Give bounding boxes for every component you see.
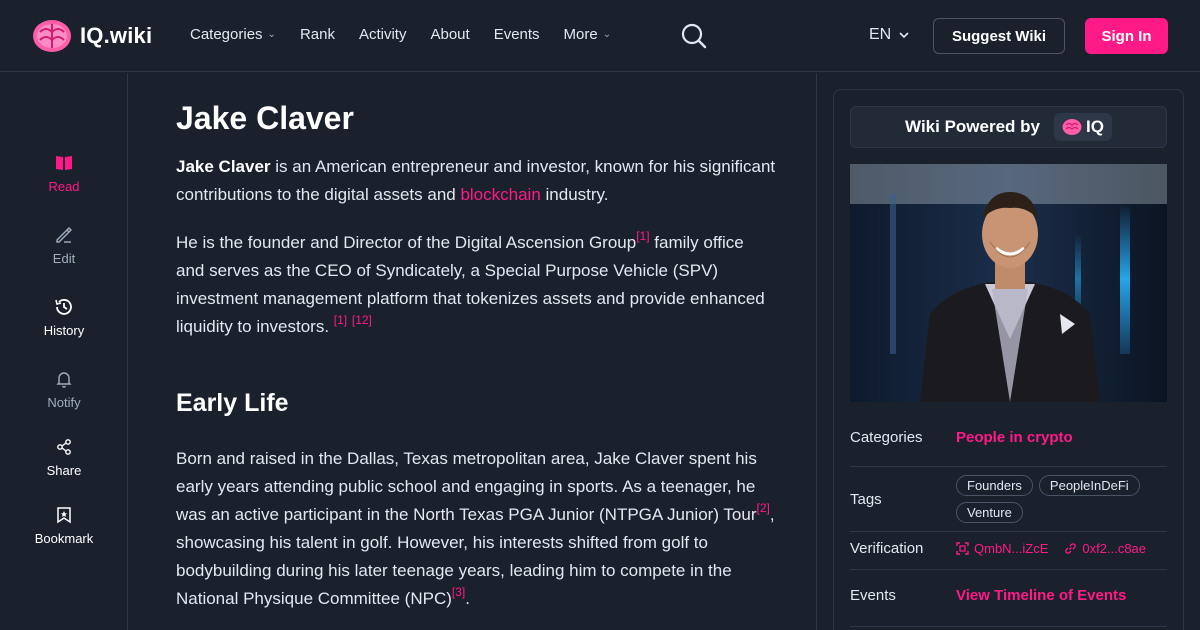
brain-logo-icon: [1062, 119, 1082, 135]
language-selector[interactable]: EN: [869, 26, 909, 44]
early-life-paragraph: Born and raised in the Dallas, Texas met…: [176, 445, 776, 613]
category-link[interactable]: People in crypto: [956, 429, 1073, 446]
events-row: Events View Timeline of Events: [850, 587, 1167, 604]
nav-activity[interactable]: Activity: [359, 26, 407, 43]
page-title: Jake Claver: [176, 100, 354, 136]
citation-link[interactable]: [2]: [756, 501, 769, 515]
verification-label: Verification: [850, 540, 924, 557]
bell-icon: [56, 372, 72, 388]
ipfs-link[interactable]: QmbN...iZcE: [956, 541, 1048, 556]
nav-categories[interactable]: Categories ⌄: [190, 26, 276, 43]
intro-name: Jake Claver: [176, 157, 271, 176]
chevron-down-icon: [899, 32, 909, 39]
language-label: EN: [869, 26, 892, 43]
nav-activity-label: Activity: [358, 26, 407, 43]
bookmark-icon: [57, 507, 71, 524]
wiki-info-panel: Wiki Powered by IQ Categories People in …: [833, 89, 1184, 630]
tag-chip[interactable]: PeopleInDeFi: [1038, 475, 1140, 496]
blockchain-link[interactable]: blockchain: [460, 185, 540, 204]
founder-text: He is the founder and Director of the Di…: [176, 233, 637, 252]
search-icon[interactable]: [680, 22, 708, 50]
citation-link[interactable]: [1]: [636, 229, 649, 243]
section-heading-early-life: Early Life: [176, 389, 289, 417]
rail-history[interactable]: History: [0, 297, 128, 338]
rail-edit[interactable]: Edit: [0, 225, 128, 266]
rail-share[interactable]: Share: [0, 437, 128, 478]
history-icon: [55, 299, 72, 315]
rail-bookmark-label: Bookmark: [34, 531, 94, 546]
powered-by-banner[interactable]: Wiki Powered by IQ: [850, 106, 1167, 148]
nav-rank[interactable]: Rank: [300, 26, 335, 43]
chevron-down-icon: ⌄: [602, 29, 612, 40]
suggest-wiki-button[interactable]: Suggest Wiki: [933, 18, 1065, 54]
categories-label: Categories: [850, 429, 923, 446]
brand-logo[interactable]: IQ.wiki: [32, 18, 152, 54]
iq-badge: IQ: [1053, 113, 1112, 141]
events-label: Events: [850, 587, 896, 604]
link-icon: [1065, 543, 1077, 554]
view-timeline-link[interactable]: View Timeline of Events: [956, 587, 1126, 604]
brain-logo-icon: [33, 20, 71, 52]
citation-link[interactable]: [12]: [352, 313, 372, 327]
profile-photo: [850, 164, 1167, 402]
rail-notify-label: Notify: [47, 395, 81, 410]
early-life-text: Born and raised in the Dallas, Texas met…: [176, 449, 757, 524]
tags-row: Tags Founders PeopleInDeFi Venture: [850, 475, 1167, 523]
chevron-down-icon: ⌄: [267, 29, 276, 40]
share-icon: [57, 439, 71, 455]
nav-links: Categories ⌄ Rank Activity About Events …: [190, 26, 611, 43]
brand-name: IQ.wiki: [80, 23, 153, 48]
nav-more[interactable]: More ⌄: [564, 26, 612, 43]
rail-read-label: Read: [48, 179, 80, 194]
divider: [850, 466, 1167, 467]
powered-by-label: Wiki Powered by: [905, 117, 1040, 136]
book-icon: [56, 156, 72, 170]
verification-links: QmbN...iZcE 0xf2...c8ae: [956, 541, 1146, 556]
rail-notify[interactable]: Notify: [0, 369, 128, 410]
intro-paragraph: Jake Claver is an American entrepreneur …: [176, 153, 776, 209]
action-rail: Read Edit History Notify Share Bookmark: [0, 73, 128, 630]
tx-hash: 0xf2...c8ae: [1082, 541, 1147, 556]
nav-about-label: About: [430, 26, 470, 43]
nav-rank-label: Rank: [299, 26, 335, 43]
rail-edit-label: Edit: [52, 251, 76, 266]
early-life-text-end: .: [465, 589, 470, 608]
tags-label: Tags: [850, 490, 882, 508]
nav-categories-label: Categories: [190, 26, 263, 43]
nav-events[interactable]: Events: [494, 26, 540, 43]
nav-about[interactable]: About: [430, 26, 469, 43]
sign-in-button[interactable]: Sign In: [1085, 18, 1168, 54]
founder-paragraph: He is the founder and Director of the Di…: [176, 229, 776, 341]
ipfs-hash: QmbN...iZcE: [974, 541, 1049, 556]
pencil-icon: [56, 227, 72, 243]
iq-label: IQ: [1085, 117, 1104, 136]
citation-link[interactable]: [3]: [452, 585, 465, 599]
nav-events-label: Events: [493, 26, 540, 43]
rail-history-label: History: [43, 323, 85, 338]
tx-link[interactable]: 0xf2...c8ae: [1064, 541, 1146, 556]
intro-text-end: industry.: [540, 185, 609, 204]
tag-chip[interactable]: Venture: [956, 502, 1023, 523]
tag-list: Founders PeopleInDeFi Venture: [956, 475, 1156, 523]
nav-more-label: More: [563, 26, 598, 43]
tag-chip[interactable]: Founders: [956, 475, 1033, 496]
divider: [850, 626, 1167, 627]
verification-row: Verification QmbN...iZcE 0xf2...c8ae: [850, 540, 1167, 557]
divider: [850, 531, 1167, 532]
top-navbar: IQ.wiki Categories ⌄ Rank Activity About…: [0, 0, 1200, 72]
rail-read[interactable]: Read: [0, 153, 128, 194]
divider: [850, 569, 1167, 570]
rail-share-label: Share: [46, 463, 82, 478]
article-main: Jake Claver Jake Claver is an American e…: [128, 73, 817, 630]
ipfs-icon: [956, 542, 969, 555]
categories-row: Categories People in crypto: [850, 429, 1167, 446]
rail-bookmark[interactable]: Bookmark: [0, 505, 128, 546]
citation-link[interactable]: [1]: [334, 313, 347, 327]
